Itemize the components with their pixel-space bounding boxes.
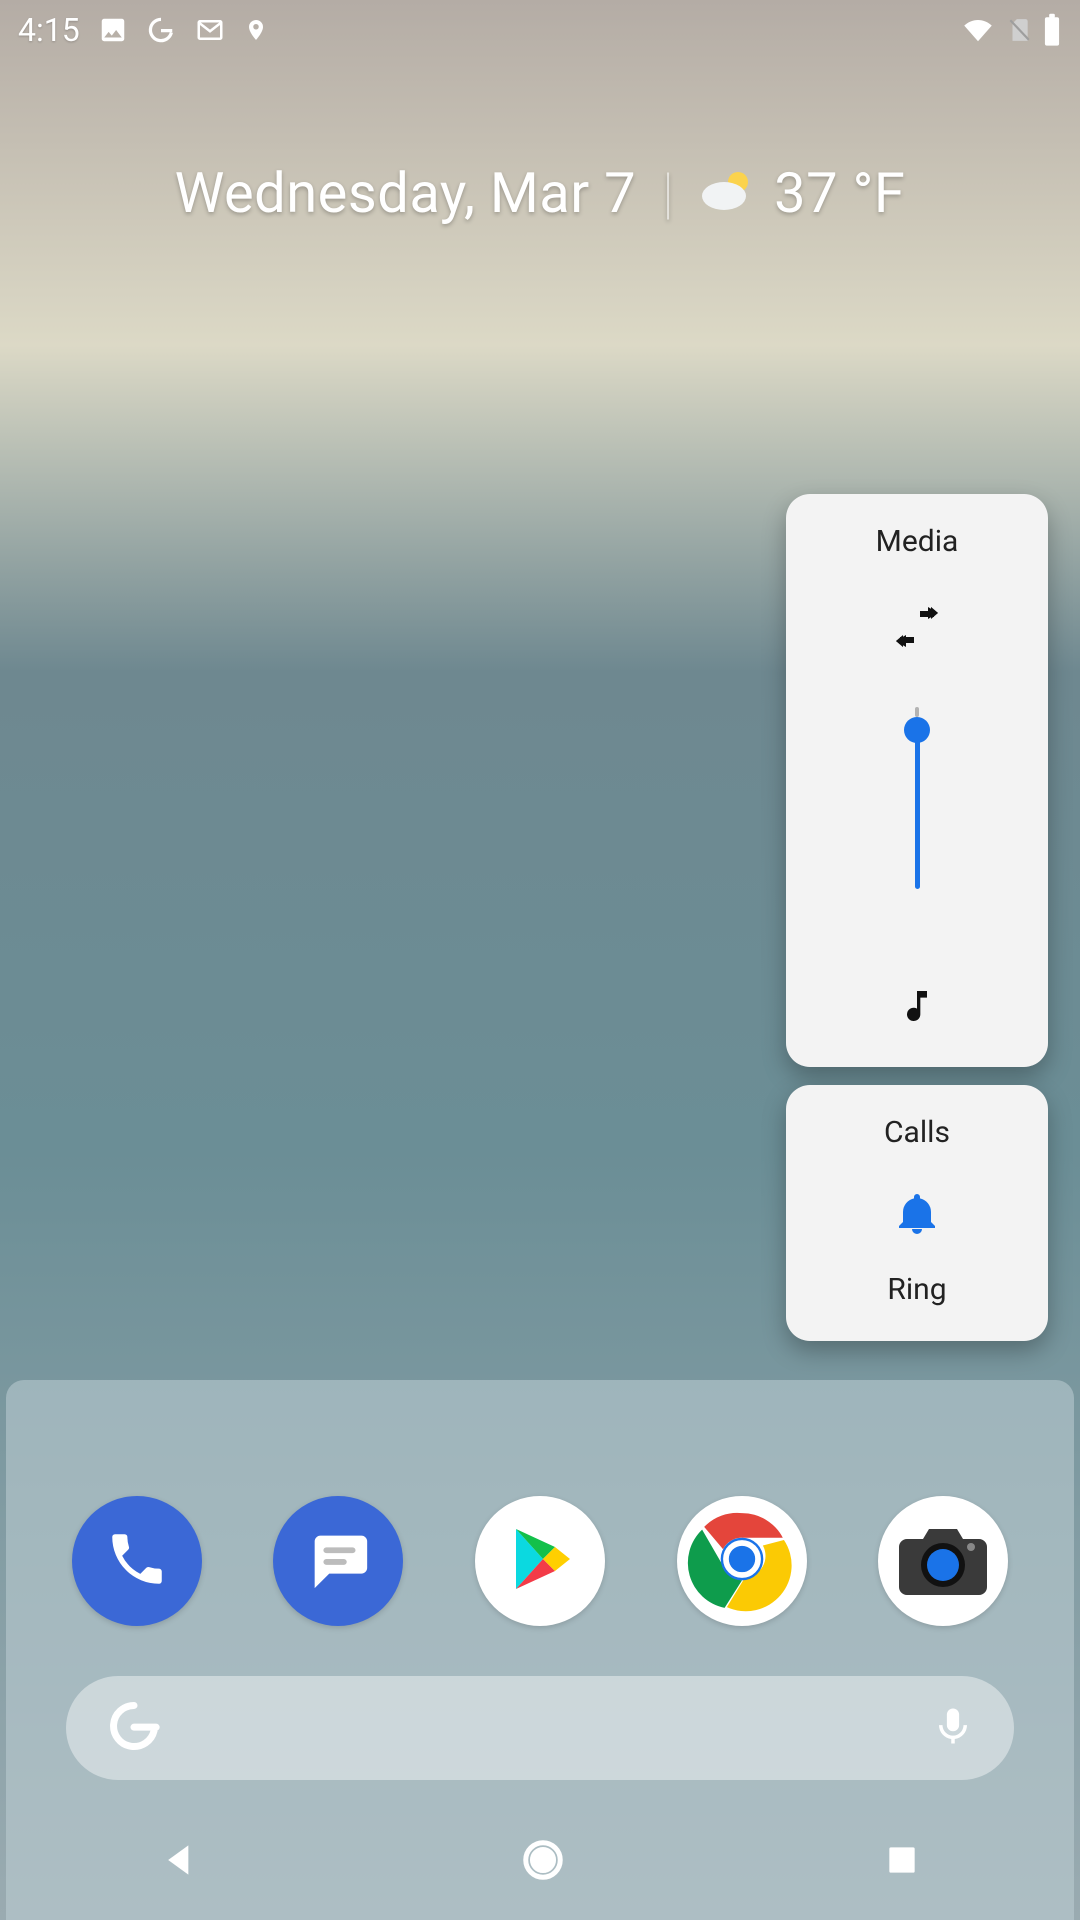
mic-icon[interactable] [932,1700,974,1756]
media-title: Media [876,524,959,559]
home-button[interactable] [520,1837,566,1887]
bell-icon[interactable] [893,1188,941,1244]
battery-icon [1042,13,1062,47]
camera-icon [895,1519,991,1603]
location-icon [244,15,268,45]
camera-app[interactable] [878,1496,1008,1626]
divider: | [662,160,674,226]
calls-title: Calls [884,1115,950,1150]
status-bar: 4:15 [0,0,1080,60]
media-volume-panel: Media [786,494,1048,1067]
recents-button[interactable] [883,1841,921,1883]
volume-panels: Media Calls Ring [786,494,1048,1341]
back-button[interactable] [159,1838,203,1886]
temperature-label: 37 °F [774,160,905,226]
chrome-icon [687,1504,797,1618]
audio-output-switch-icon[interactable] [890,607,944,651]
google-g-icon [106,1698,162,1758]
phone-app[interactable] [72,1496,202,1626]
play-store-icon [504,1520,576,1602]
wifi-icon [960,15,996,45]
messages-app[interactable] [273,1496,403,1626]
no-sim-icon [1006,14,1032,46]
chrome-app[interactable] [677,1496,807,1626]
date-label: Wednesday, Mar 7 [175,160,636,226]
date-weather-widget[interactable]: Wednesday, Mar 7 | 37 °F [0,160,1080,226]
play-store-app[interactable] [475,1496,605,1626]
partly-cloudy-icon [700,160,756,226]
system-nav-bar [0,1824,1080,1900]
phone-icon [104,1526,170,1596]
music-note-icon[interactable] [897,983,937,1033]
calls-ring-panel: Calls Ring [786,1085,1048,1341]
calls-mode-label: Ring [887,1272,946,1307]
status-time: 4:15 [18,11,80,49]
image-icon [98,15,128,45]
message-icon [303,1524,373,1598]
google-search-bar[interactable] [66,1676,1014,1780]
gmail-icon [194,15,226,45]
media-volume-slider[interactable] [915,729,920,889]
google-g-icon [146,15,176,45]
favorites-tray [0,1496,1080,1626]
